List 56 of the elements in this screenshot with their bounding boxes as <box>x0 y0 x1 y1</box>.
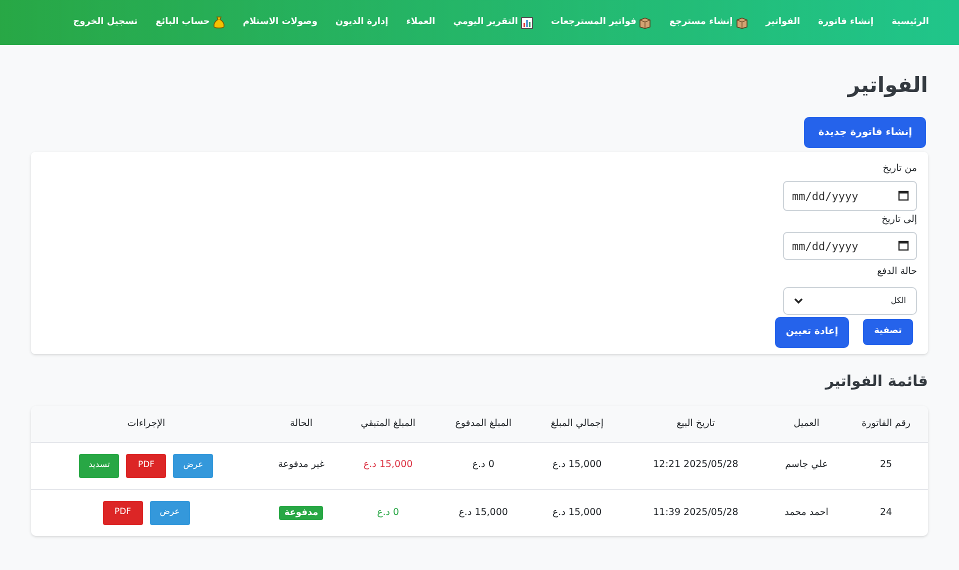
date-input-field[interactable]: mm/dd/yyyy <box>783 181 917 211</box>
column-header: تاريخ البيع <box>676 418 715 429</box>
page-title: الفواتير <box>846 72 928 99</box>
status-select[interactable]: الكل <box>783 287 917 315</box>
nav-link[interactable]: فواتير المسترجعات <box>551 16 652 30</box>
field-label: إلى تاريخ <box>880 213 917 227</box>
box-icon <box>639 16 652 28</box>
nav-link[interactable]: العملاء <box>406 16 436 30</box>
field-label: حالة الدفع <box>876 265 917 279</box>
table-cell: 0 د.ع <box>472 459 494 470</box>
table-cell: 15,000 د.ع <box>552 459 602 470</box>
money-bag-icon <box>212 16 225 29</box>
column-header: العميل <box>794 418 820 429</box>
column-header: الإجراءات <box>127 418 166 429</box>
table-cell: احمد محمد <box>784 506 828 518</box>
new-invoice-button[interactable]: إنشاء فاتورة جديدة <box>804 117 926 148</box>
nav-link[interactable]: إنشاء مسترجع <box>669 16 748 30</box>
table-cell: 0 د.ع <box>377 506 400 518</box>
action-button[interactable]: عرض <box>150 500 190 525</box>
field-label: من تاريخ <box>882 162 917 176</box>
nav-link[interactable]: إدارة الديون <box>335 16 388 30</box>
column-header: المبلغ المدفوع <box>455 418 512 429</box>
nav-link[interactable]: الرئيسية <box>892 16 929 30</box>
status-badge: مدفوعة <box>279 506 324 520</box>
nav-link[interactable]: التقرير اليومي <box>453 16 534 30</box>
box-icon <box>736 16 748 28</box>
section-title: قائمة الفواتير <box>824 371 928 391</box>
nav-link[interactable]: وصولات الاستلام <box>242 16 318 30</box>
column-header: رقم الفاتورة <box>862 418 910 429</box>
action-button[interactable]: PDF <box>126 454 166 478</box>
table-cell: 15,000 د.ع <box>552 506 602 518</box>
chevron-down-icon <box>794 298 803 304</box>
table-cell: 2025/05/28 11:39 <box>653 506 738 518</box>
nav-link[interactable]: إنشاء فاتورة <box>818 16 874 30</box>
reset-button[interactable]: إعادة تعيين <box>775 317 849 348</box>
status-text: غير مدفوعة <box>278 459 324 470</box>
nav-link[interactable]: حساب البائع <box>156 16 225 30</box>
table-cell: 25 <box>880 459 892 470</box>
date-input-field[interactable]: mm/dd/yyyy <box>783 232 917 260</box>
column-header: المبلغ المتبقي <box>360 418 416 429</box>
bar-chart-icon <box>521 16 534 28</box>
action-button[interactable]: عرض <box>173 454 214 478</box>
nav-link[interactable]: الفواتير <box>766 16 800 30</box>
nav-link[interactable]: تسجيل الخروج <box>73 16 138 30</box>
table-cell: علي جاسم <box>785 459 828 470</box>
action-button[interactable]: تسديد <box>79 454 120 478</box>
calendar-icon[interactable] <box>898 190 909 201</box>
table-cell: 15,000 د.ع <box>458 506 508 518</box>
column-header: إجمالي المبلغ <box>550 418 604 429</box>
table-cell: 24 <box>880 506 892 518</box>
table-cell: 2025/05/28 12:21 <box>653 459 738 470</box>
column-header: الحالة <box>290 418 313 429</box>
filter-button[interactable]: تصفية <box>863 319 913 345</box>
calendar-icon[interactable] <box>898 240 909 251</box>
table-cell: 15,000 د.ع <box>363 459 413 470</box>
action-button[interactable]: PDF <box>102 500 143 525</box>
